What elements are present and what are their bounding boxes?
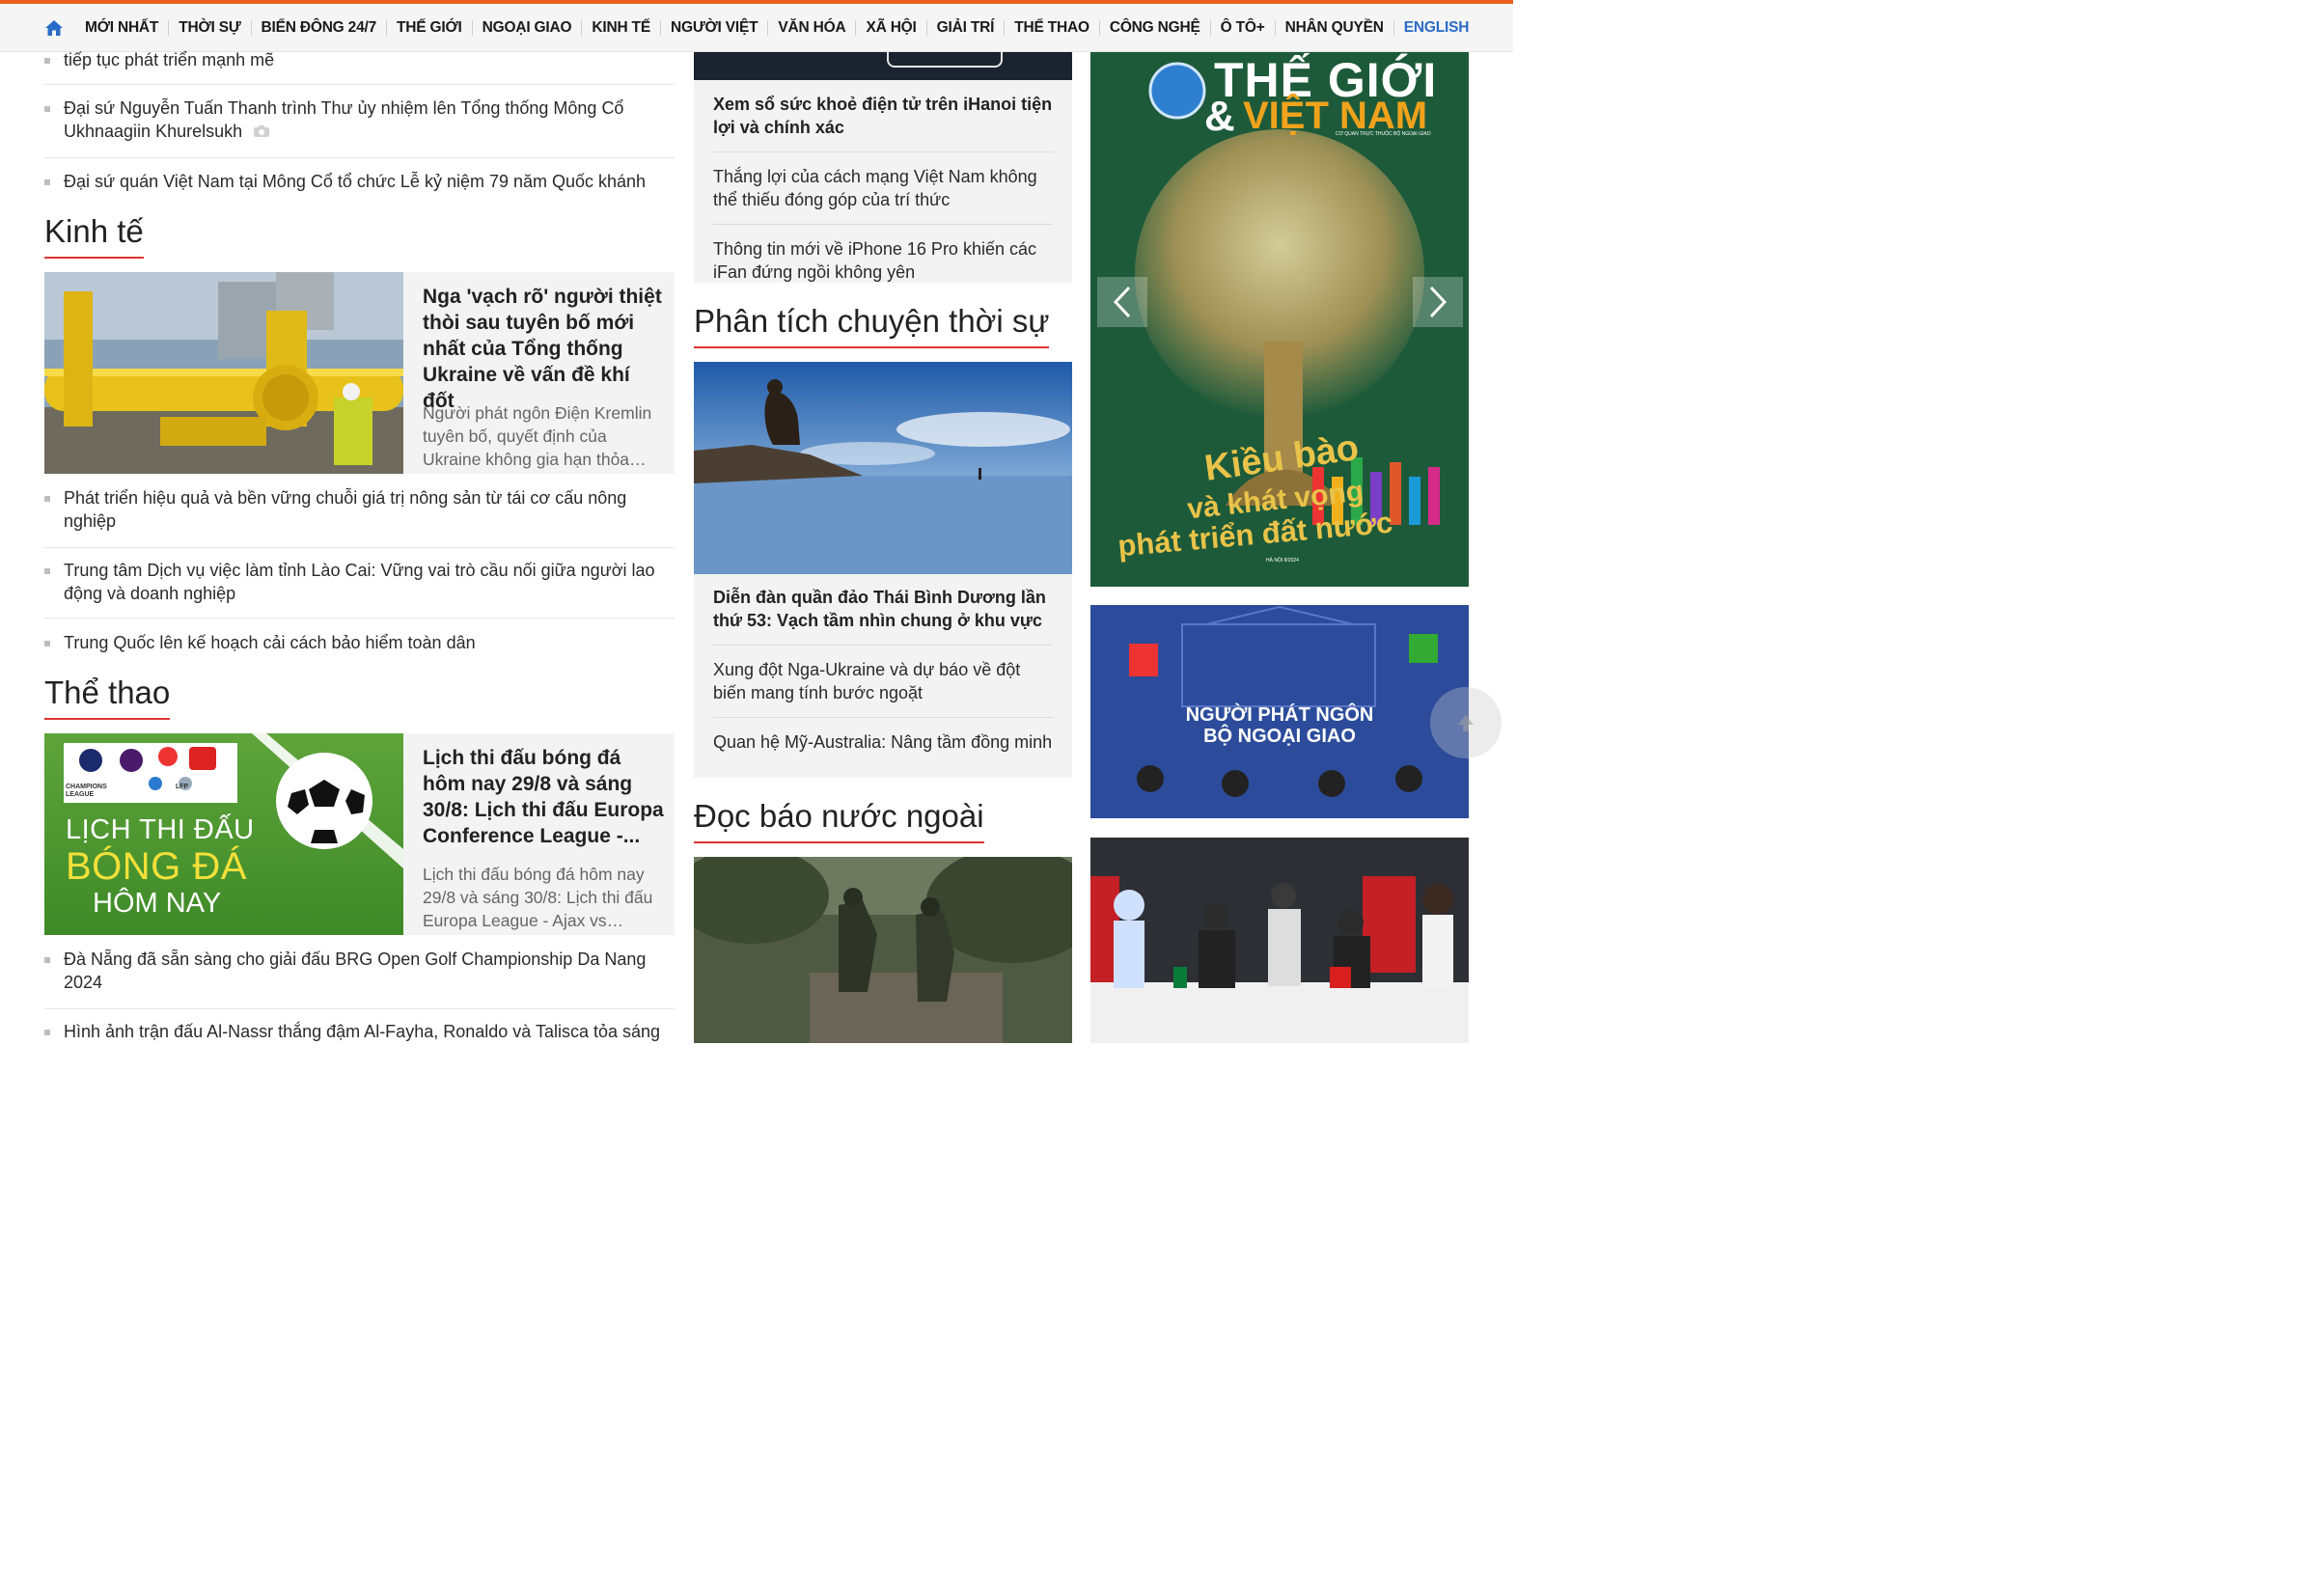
mid-list-item[interactable]: Thông tin mới về iPhone 16 Pro khiến các…	[713, 237, 1053, 284]
mid-news-box-top: Xem sổ sức khoẻ điện tử trên iHanoi tiện…	[694, 52, 1072, 283]
list-item[interactable]: Trung Quốc lên kế hoạch cải cách bảo hiể…	[44, 631, 675, 654]
mid-list-item[interactable]: Xem sổ sức khoẻ điện tử trên iHanoi tiện…	[713, 93, 1053, 152]
carousel-next-button[interactable]	[1413, 277, 1463, 327]
logo-label-lfp: LFP	[176, 784, 189, 790]
nav-item-english[interactable]: ENGLISH	[1392, 20, 1479, 36]
list-item-text[interactable]: Đại sứ quán Việt Nam tại Mông Cổ tổ chức…	[64, 172, 646, 191]
section-title-kinh-te[interactable]: Kinh tế	[44, 212, 144, 259]
section-title-phan-tich[interactable]: Phân tích chuyện thời sự	[694, 302, 1050, 348]
list-item[interactable]: Hình ảnh trận đấu Al-Nassr thắng đậm Al-…	[44, 1020, 675, 1043]
mid-news-box-phan-tich: Diễn đàn quần đảo Thái Bình Dương lần th…	[694, 362, 1072, 778]
spokesperson-title-line2: BỘ NGOẠI GIAO	[1203, 726, 1356, 747]
home-icon[interactable]	[44, 18, 64, 38]
spokesperson-banner[interactable]: NGƯỜI PHÁT NGÔN BỘ NGOẠI GIAO	[1090, 605, 1469, 818]
chevron-right-icon	[1429, 286, 1448, 318]
chevron-left-icon	[1113, 286, 1131, 318]
magazine-subtitle: CƠ QUAN TRỰC THUỘC BỘ NGOẠI GIAO	[1336, 131, 1431, 137]
article-thumbnail-soldiers[interactable]	[694, 857, 1072, 1043]
feature-title[interactable]: Nga 'vạch rõ' người thiệt thòi sau tuyên…	[423, 284, 664, 414]
list-item-text[interactable]: Trung tâm Dịch vụ việc làm tỉnh Lào Cai:…	[64, 561, 655, 603]
feature-description: Lịch thi đấu bóng đá hôm nay 29/8 và sán…	[423, 865, 653, 930]
nav-item-nhan-quyen[interactable]: NHÂN QUYỀN	[1274, 20, 1393, 36]
main-navigation: MỚI NHẤT THỜI SỰ BIỂN ĐÔNG 24/7 THẾ GIỚI…	[0, 4, 1513, 52]
nav-item-bien-dong[interactable]: BIỂN ĐÔNG 24/7	[250, 20, 387, 36]
section-title-doc-bao[interactable]: Đọc báo nước ngoài	[694, 797, 984, 843]
list-item-text[interactable]: Đại sứ Nguyễn Tuấn Thanh trình Thư ủy nh…	[64, 98, 623, 141]
mid-list-item[interactable]: Diễn đàn quần đảo Thái Bình Dương lần th…	[713, 586, 1053, 646]
nav-item-the-thao[interactable]: THỂ THAO	[1004, 20, 1099, 36]
list-item[interactable]: tiếp tục phát triển mạnh mẽ	[44, 48, 675, 85]
list-item-text[interactable]: Hình ảnh trận đấu Al-Nassr thắng đậm Al-…	[64, 1022, 660, 1041]
article-thumbnail-pacific-sea[interactable]	[694, 362, 1072, 574]
nav-item-thoi-su[interactable]: THỜI SỰ	[168, 20, 250, 36]
magazine-date: HÀ NỘI 8/2024	[1266, 558, 1299, 564]
section-title-the-thao[interactable]: Thể thao	[44, 674, 171, 720]
logo-label-champions-league: CHAMPIONS LEAGUE	[66, 784, 107, 798]
nav-item-kinh-te[interactable]: KINH TẾ	[581, 20, 660, 36]
back-to-top-button[interactable]	[1430, 687, 1502, 758]
thumbnail-logo-labels: CHAMPIONS LEAGUE LFP	[66, 784, 239, 799]
list-item[interactable]: Đại sứ quán Việt Nam tại Mông Cổ tổ chức…	[44, 170, 675, 193]
article-thumbnail-football-schedule[interactable]: CHAMPIONS LEAGUE LFP LỊCH THI ĐẤU BÓNG Đ…	[44, 733, 403, 935]
thumbnail-caption-3: HÔM NAY	[93, 888, 222, 919]
list-item-text[interactable]: tiếp tục phát triển mạnh mẽ	[64, 50, 274, 69]
magazine-title-amp: &	[1204, 93, 1235, 140]
mid-list-item[interactable]: Thắng lợi của cách mạng Việt Nam không t…	[713, 165, 1053, 225]
list-item[interactable]: Đại sứ Nguyễn Tuấn Thanh trình Thư ủy nh…	[44, 96, 675, 158]
mid-list-item[interactable]: Quan hệ Mỹ-Australia: Nâng tầm đồng minh	[713, 730, 1053, 777]
nav-item-van-hoa[interactable]: VĂN HÓA	[767, 20, 855, 36]
nav-item-nguoi-viet[interactable]: NGƯỜI VIỆT	[659, 20, 767, 36]
signing-ceremony-banner[interactable]	[1090, 838, 1469, 1043]
article-thumbnail-phone-bottom[interactable]	[694, 52, 1072, 80]
nav-item-xa-hoi[interactable]: XÃ HỘI	[855, 20, 925, 36]
camera-icon	[253, 121, 270, 137]
nav-item-giai-tri[interactable]: GIẢI TRÍ	[925, 20, 1005, 36]
list-item[interactable]: Trung tâm Dịch vụ việc làm tỉnh Lào Cai:…	[44, 559, 675, 619]
list-item-text[interactable]: Phát triển hiệu quả và bền vững chuỗi gi…	[64, 488, 626, 531]
nav-item-cong-nghe[interactable]: CÔNG NGHỆ	[1098, 20, 1210, 36]
thumbnail-caption-2: BÓNG ĐÁ	[66, 845, 247, 888]
spokesperson-title-line1: NGƯỜI PHÁT NGÔN	[1185, 704, 1374, 726]
nav-item-ngoai-giao[interactable]: NGOẠI GIAO	[471, 20, 582, 36]
list-item[interactable]: Đà Nẵng đã sẵn sàng cho giải đấu BRG Ope…	[44, 948, 675, 1009]
list-item[interactable]: Phát triển hiệu quả và bền vững chuỗi gi…	[44, 486, 675, 548]
feature-article-kinh-te[interactable]: Nga 'vạch rõ' người thiệt thòi sau tuyên…	[44, 272, 675, 474]
nav-item-moi-nhat[interactable]: MỚI NHẤT	[75, 20, 168, 36]
arrow-up-icon	[1458, 715, 1474, 731]
feature-article-the-thao[interactable]: CHAMPIONS LEAGUE LFP LỊCH THI ĐẤU BÓNG Đ…	[44, 733, 675, 935]
thumbnail-caption-1: LỊCH THI ĐẤU	[66, 814, 255, 845]
feature-title[interactable]: Lịch thi đấu bóng đá hôm nay 29/8 và sán…	[423, 745, 664, 849]
nav-item-the-gioi[interactable]: THẾ GIỚI	[386, 20, 472, 36]
magazine-banner-carousel[interactable]: THẾ GIỚI & VIỆT NAM CƠ QUAN TRỰC THUỘC B…	[1090, 52, 1469, 587]
list-item-text[interactable]: Đà Nẵng đã sẵn sàng cho giải đấu BRG Ope…	[64, 949, 646, 992]
feature-description: Người phát ngôn Điện Kremlin tuyên bố, q…	[423, 403, 652, 469]
article-thumbnail-gas-pipeline[interactable]	[44, 272, 403, 474]
mid-list-item[interactable]: Xung đột Nga-Ukraine và dự báo về đột bi…	[713, 658, 1053, 718]
list-item-text[interactable]: Trung Quốc lên kế hoạch cải cách bảo hiể…	[64, 633, 476, 652]
nav-item-oto[interactable]: Ô TÔ+	[1209, 20, 1275, 36]
carousel-prev-button[interactable]	[1097, 277, 1147, 327]
